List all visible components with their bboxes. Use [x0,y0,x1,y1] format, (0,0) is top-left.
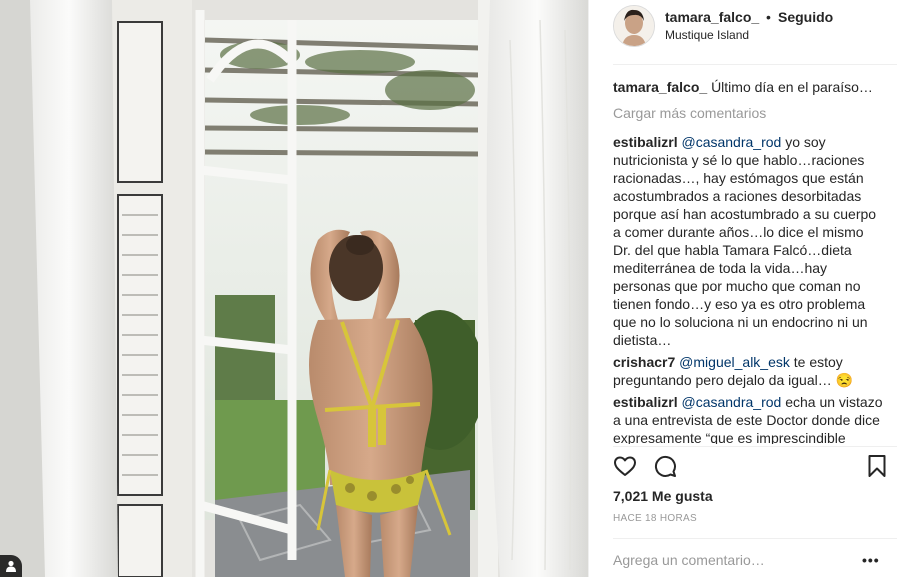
comment-item: estibalizrl @casandra_rod echa un vistaz… [613,393,883,444]
user-tag-icon [6,560,16,572]
load-more-comments-button[interactable]: Cargar más comentarios [613,104,883,122]
avatar[interactable] [613,5,655,47]
post-location[interactable]: Mustique Island [665,28,749,42]
add-comment-input[interactable]: Agrega un comentario… [613,552,765,568]
comment-username[interactable]: estibalizrl [613,394,678,410]
comment-item: estibalizrl @casandra_rod yo soy nutrici… [613,133,883,349]
comment-button[interactable] [653,454,677,478]
comment-username[interactable]: estibalizrl [613,134,678,150]
comment-mention[interactable]: @casandra_rod [681,394,781,410]
comment-item: crishacr7 @miguel_alk_esk te estoy pregu… [613,353,883,389]
header-divider [613,64,897,65]
post-timestamp[interactable]: HACE 18 HORAS [613,513,697,524]
following-button[interactable]: Seguido [778,9,833,25]
bookmark-icon [868,455,886,477]
likes-count[interactable]: 7,021 Me gusta [613,488,713,504]
post-caption: tamara_falco_ Último día en el paraíso… [613,78,883,96]
post-side-panel: tamara_falco_ • Seguido Mustique Island … [588,0,897,577]
photo-illustration [0,0,588,577]
avatar-image [614,6,654,46]
comment-mention[interactable]: @miguel_alk_esk [679,354,790,370]
comments-list[interactable]: tamara_falco_ Último día en el paraíso… … [613,78,883,444]
post-photo[interactable] [0,0,588,577]
action-bar [613,454,889,478]
user-tag-button[interactable] [0,555,22,577]
caption-username[interactable]: tamara_falco_ [613,79,707,95]
heart-icon [614,456,636,476]
actions-divider [613,446,897,447]
comment-text: yo soy nutricionista y sé lo que hablo…r… [613,134,877,348]
comment-username[interactable]: crishacr7 [613,354,675,370]
caption-text: Último día en el paraíso… [711,79,873,95]
post-header: tamara_falco_ • Seguido Mustique Island [589,0,897,64]
save-button[interactable] [865,454,889,478]
header-separator: • [766,9,771,25]
comment-input-divider [613,538,897,539]
more-options-icon[interactable]: ••• [862,552,882,568]
comment-icon [654,455,676,477]
comment-mention[interactable]: @casandra_rod [681,134,781,150]
post-author-username[interactable]: tamara_falco_ [665,9,759,25]
like-button[interactable] [613,454,637,478]
